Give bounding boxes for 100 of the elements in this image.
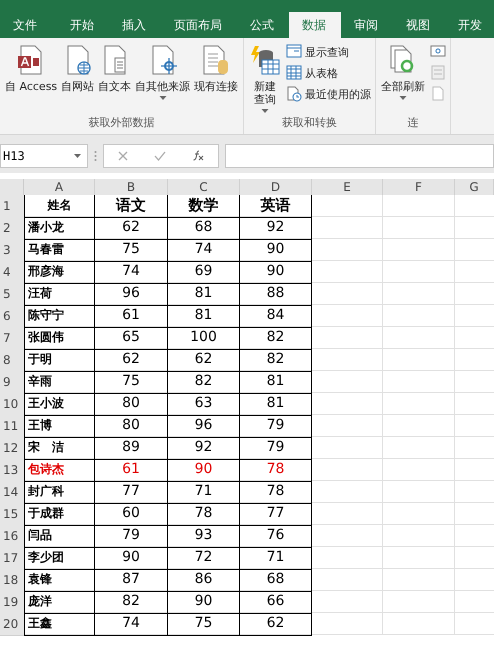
database-table-icon [249,44,282,76]
table-cell: 77 [240,503,312,526]
ribbon-button[interactable]: 自 Access [4,44,58,115]
row-header[interactable]: 1 [0,195,24,218]
table-cell: 65 [95,327,168,350]
clock-file-icon [286,86,302,102]
table-cell: 81 [168,283,240,306]
column-header[interactable]: G [455,179,494,195]
row-header[interactable]: 8 [0,349,24,372]
table-cell: 81 [240,393,312,416]
grip-icon [94,150,97,162]
table-icon [286,65,302,81]
row-header[interactable]: 5 [0,283,24,306]
ribbon-tab[interactable]: 页面布局 [161,12,237,38]
table-cell: 75 [168,613,240,636]
table-cell: 90 [168,591,240,614]
group-label: 获取和转换 [281,115,338,131]
row-header[interactable]: 20 [0,613,24,636]
ribbon-tab[interactable]: 插入 [109,12,161,38]
table-cell: 辛雨 [24,371,95,394]
table-cell: 60 [95,503,168,526]
formula-input[interactable] [225,144,494,168]
table-cell: 87 [95,569,168,592]
ribbon-button[interactable]: 显示查询 [286,44,372,60]
ribbon-button[interactable]: 最近使用的源 [286,86,372,102]
ribbon-button[interactable]: 自其他来源 [134,44,192,115]
ribbon-tab[interactable]: 开始 [57,12,109,38]
ribbon-button[interactable]: 现有连接 [193,44,240,115]
table-cell: 89 [95,437,168,460]
table-cell: 90 [240,261,312,284]
column-header[interactable]: F [383,179,455,195]
ribbon-button[interactable]: 从表格 [286,65,372,81]
column-header[interactable]: E [312,179,383,195]
column-header[interactable]: D [240,179,312,195]
table-cell: 71 [240,547,312,570]
row-header[interactable]: 15 [0,503,24,526]
table-cell: 82 [168,371,240,394]
table-cell: 92 [168,437,240,460]
table-cell: 74 [95,613,168,636]
row-header[interactable]: 11 [0,415,24,438]
ribbon-tab[interactable]: 公式 [237,12,289,38]
table-cell: 62 [95,349,168,372]
column-header[interactable]: A [24,179,95,195]
table-cell: 数学 [168,195,240,218]
row-header[interactable]: 14 [0,481,24,504]
table-cell: 王小波 [24,393,95,416]
ribbon-tab[interactable]: 审阅 [341,12,393,38]
row-header[interactable]: 9 [0,371,24,394]
row-header[interactable]: 3 [0,239,24,262]
function-icon[interactable] [192,150,204,161]
table-cell: 82 [240,349,312,372]
table-cell: 96 [95,283,168,306]
table-cell: 68 [168,217,240,240]
table-cell: 90 [168,459,240,482]
table-cell: 75 [95,239,168,262]
table-cell: 75 [95,371,168,394]
table-cell: 82 [95,591,168,614]
row-header[interactable]: 4 [0,261,24,284]
table-cell: 姓名 [24,195,95,218]
table-cell: 庞洋 [24,591,95,614]
table-cell: 79 [240,415,312,438]
table-cell: 封广科 [24,481,95,504]
row-header[interactable]: 12 [0,437,24,460]
table-cell: 于成群 [24,503,95,526]
row-header[interactable]: 18 [0,569,24,592]
table-cell: 90 [95,547,168,570]
table-cell: 90 [240,239,312,262]
ribbon-button[interactable]: 自文本 [97,44,132,115]
ribbon-tab[interactable]: 视图 [393,12,445,38]
row-header[interactable]: 7 [0,327,24,350]
row-header[interactable]: 6 [0,305,24,328]
column-header[interactable]: C [168,179,240,195]
table-cell: 汪荷 [24,283,95,306]
cancel-icon[interactable] [118,150,128,160]
table-cell: 81 [240,371,312,394]
table-cell: 61 [95,459,168,482]
caret-icon [74,154,81,158]
row-header[interactable]: 13 [0,459,24,482]
table-cell: 王博 [24,415,95,438]
ribbon-tab[interactable]: 开发 [445,12,494,38]
row-header[interactable]: 10 [0,393,24,416]
table-cell: 英语 [240,195,312,218]
row-header[interactable]: 2 [0,217,24,240]
table-cell: 66 [240,591,312,614]
column-header[interactable]: B [95,179,168,195]
ribbon-button[interactable]: 自网站 [60,44,96,115]
ribbon-button[interactable]: 全部刷新 [380,44,426,115]
row-header[interactable]: 17 [0,547,24,570]
name-box[interactable]: H13 [0,144,88,168]
table-cell: 包诗杰 [24,459,95,482]
row-header[interactable]: 19 [0,591,24,614]
table-cell: 86 [168,569,240,592]
table-cell: 96 [168,415,240,438]
table-cell: 语文 [95,195,168,218]
check-icon[interactable] [154,150,166,160]
group-label: 连 [406,115,420,131]
ribbon-tab[interactable]: 数据 [289,12,341,38]
ribbon-tab[interactable]: 文件 [4,12,57,38]
ribbon-button[interactable]: 新建查询 [248,44,282,115]
row-header[interactable]: 16 [0,525,24,548]
